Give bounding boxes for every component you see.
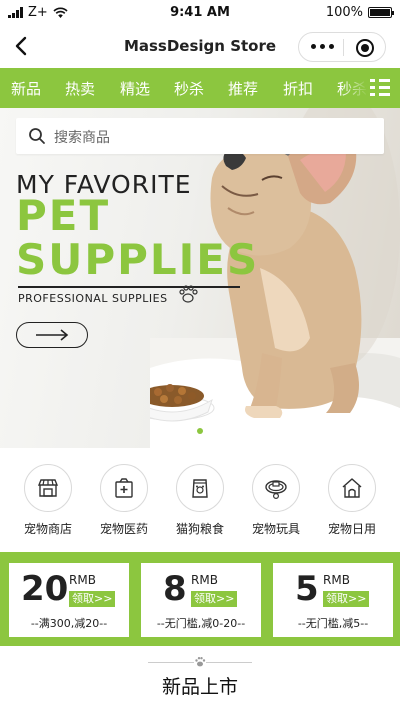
coupon-rule: --无门槛,减5--	[297, 617, 369, 630]
category-pet-medicine[interactable]: 宠物医药	[86, 464, 162, 537]
search-placeholder: 搜索商品	[54, 130, 110, 146]
tab-discount[interactable]: 折扣	[283, 78, 313, 99]
category-label: 宠物日用	[327, 522, 376, 536]
paw-print-icon	[194, 656, 206, 668]
battery-percent: 100%	[325, 5, 363, 20]
carousel-dot-active[interactable]	[197, 428, 203, 434]
category-icon-circle	[252, 464, 300, 512]
category-pet-toys[interactable]: 宠物玩具	[238, 464, 314, 537]
coupon-amount: 5	[295, 569, 319, 609]
tab-new[interactable]: 新品	[11, 78, 41, 99]
section-title: 新品上市	[161, 676, 238, 698]
paw-print-icon	[179, 285, 198, 303]
banner-heading-line3: SUPPLIES	[16, 235, 260, 284]
new-arrivals-section: 新品上市	[0, 646, 400, 712]
coupon-rule: --满300,减20--	[30, 617, 108, 630]
coupon-unit: RMB	[191, 573, 218, 587]
coupon-unit: RMB	[323, 573, 350, 587]
coupon-amount: 8	[163, 569, 187, 609]
category-icon-circle	[328, 464, 376, 512]
search-box[interactable]: 搜索商品	[16, 118, 384, 154]
storefront-icon	[37, 479, 59, 497]
coupon-amount: 20	[21, 569, 69, 609]
close-mini-program-icon[interactable]	[356, 39, 374, 57]
coupon-card[interactable]: 20 RMB 领取>> --满300,减20--	[9, 563, 129, 637]
category-grid: 宠物商店 宠物医药 猫狗粮食 宠物玩具 宠物日用	[0, 448, 400, 552]
pet-food-bag-icon	[192, 479, 208, 498]
category-icon-circle	[24, 464, 72, 512]
category-icon-circle	[100, 464, 148, 512]
coupon-strip: 20 RMB 领取>> --满300,减20-- 8 RMB 领取>> --无门…	[0, 552, 400, 646]
mini-program-capsule	[298, 32, 386, 62]
arrow-right-icon	[36, 329, 69, 341]
tab-hot[interactable]: 热卖	[65, 78, 95, 99]
tab-recommended[interactable]: 推荐	[228, 78, 258, 99]
tab-flash-sale[interactable]: 秒杀	[174, 78, 204, 99]
pet-house-icon	[342, 478, 362, 498]
category-tab-bar: 新品 热卖 精选 秒杀 推荐 折扣 秒杀	[0, 68, 400, 108]
status-bar: Z+ 9:41 AM 100%	[0, 0, 400, 26]
battery-fill	[370, 9, 390, 16]
status-right: 100%	[325, 5, 394, 20]
category-label: 宠物医药	[99, 522, 148, 536]
coupon-card[interactable]: 5 RMB 领取>> --无门槛,减5--	[273, 563, 393, 637]
banner-arrow-button[interactable]	[16, 322, 88, 348]
claim-coupon-button[interactable]: 领取>>	[69, 591, 116, 607]
category-icon-circle	[176, 464, 224, 512]
category-label: 猫狗粮食	[175, 522, 224, 536]
category-label: 宠物玩具	[251, 522, 300, 536]
category-pet-store[interactable]: 宠物商店	[10, 464, 86, 537]
battery-icon	[368, 7, 394, 18]
more-options-icon[interactable]	[311, 44, 334, 49]
claim-coupon-button[interactable]: 领取>>	[323, 591, 370, 607]
banner-subtitle: PROFESSIONAL SUPPLIES	[18, 292, 168, 305]
category-label: 宠物商店	[23, 522, 72, 536]
category-pet-food[interactable]: 猫狗粮食	[162, 464, 238, 537]
claim-coupon-button[interactable]: 领取>>	[191, 591, 238, 607]
list-menu-icon[interactable]	[370, 79, 390, 97]
capsule-divider	[343, 39, 344, 56]
category-pet-daily[interactable]: 宠物日用	[314, 464, 390, 537]
coupon-card[interactable]: 8 RMB 领取>> --无门槛,减0-20--	[141, 563, 261, 637]
banner-divider	[18, 286, 240, 288]
search-icon	[29, 128, 45, 144]
banner-heading-line2: PET	[16, 191, 111, 240]
promo-banner[interactable]: 搜索商品 MY FAVORITE PET SUPPLIES PROFESSION…	[0, 108, 400, 448]
app-page: Z+ 9:41 AM 100% MassDesign Store 新品 热卖 精…	[0, 0, 400, 712]
carousel-indicator	[0, 428, 400, 434]
coupon-unit: RMB	[69, 573, 96, 587]
navigation-bar: MassDesign Store	[0, 26, 400, 68]
coupon-rule: --无门槛,减0-20--	[156, 617, 246, 630]
tab-featured[interactable]: 精选	[120, 78, 150, 99]
tab-fade-overlay	[340, 68, 368, 108]
medicine-box-icon	[115, 478, 133, 498]
pet-collar-icon	[265, 480, 287, 500]
